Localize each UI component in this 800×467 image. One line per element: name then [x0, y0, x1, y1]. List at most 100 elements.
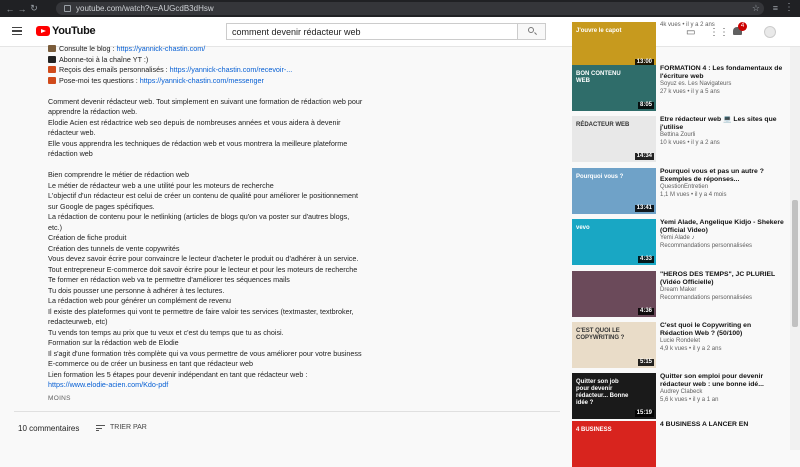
video-duration: 8:05 — [637, 102, 654, 109]
thumbnail-text: C'EST QUOI LE COPYWRITING ? — [576, 328, 625, 341]
page-scrollbar[interactable] — [790, 47, 800, 450]
video-channel: Yemi Alade ♪ — [660, 235, 695, 242]
description-link-label: Consulte le blog : — [59, 44, 117, 53]
video-channel: Dream Maker — [660, 287, 697, 294]
related-video-item[interactable]: C'EST QUOI LE COPYWRITING ? 5:15 C'est quo… — [572, 322, 784, 368]
video-meta: 4 BUSINESS A LANCER EN — [660, 421, 784, 429]
search-button[interactable] — [517, 24, 545, 39]
video-description: Consulte le blog : https://yannick-chast… — [48, 44, 368, 391]
video-thumbnail[interactable]: J'ouvre le capot 13:00 — [572, 22, 656, 68]
video-duration: 14:34 — [634, 153, 654, 160]
video-title[interactable]: 4 BUSINESS A LANCER EN — [660, 421, 784, 429]
description-link-line: Consulte le blog : https://yannick-chast… — [48, 44, 368, 55]
related-video-item[interactable]: RÉDACTEUR WEB 14:34 Etre rédacteur web 💻 L… — [572, 116, 784, 162]
emoji-icon — [48, 76, 56, 84]
lock-icon — [64, 5, 71, 12]
description-line: Bien comprendre le métier de rédaction w… — [48, 170, 190, 179]
divider — [14, 411, 560, 412]
youtube-logo[interactable]: YouTube — [36, 25, 96, 37]
youtube-play-icon — [36, 26, 50, 36]
video-channel: Bettina Zourli — [660, 132, 696, 139]
video-stats: 4k vues • il y a 2 ans — [660, 22, 715, 28]
description-line: rédaction web — [48, 149, 93, 158]
video-thumbnail[interactable]: BON CONTENU WEB 8:05 — [572, 65, 656, 111]
video-stats: 10 k vues • il y a 2 ans — [660, 139, 720, 146]
video-thumbnail[interactable]: 4:36 — [572, 271, 656, 317]
video-thumbnail[interactable]: RÉDACTEUR WEB 14:34 — [572, 116, 656, 162]
description-line: E-commerce ou de créer un business en ta… — [48, 359, 253, 368]
video-title[interactable]: Yemi Alade, Angelique Kidjo - Shekere (O… — [660, 219, 784, 235]
description-line: Vous devez savoir écrire pour convaincre… — [48, 254, 359, 263]
description-link-line: Reçois des emails personnalisés : https:… — [48, 65, 368, 76]
thumbnail-text: J'ouvre le capot — [576, 28, 622, 34]
description-line: Tu vends ton temps au prix que tu veux e… — [48, 327, 284, 337]
menu-hamburger-icon[interactable] — [12, 27, 22, 35]
video-thumbnail[interactable]: vevo 4:33 — [572, 219, 656, 265]
video-title[interactable]: Pourquoi vous et pas un autre ? Exemples… — [660, 168, 784, 184]
description-link-line: Abonne-toi à la chaîne YT :) — [48, 55, 368, 66]
address-bar[interactable]: youtube.com/watch?v=AUGcdB3dHsw — [56, 2, 764, 15]
video-stats: Recommandations personnalisées — [660, 294, 753, 301]
video-channel: Audrey Clabeck — [660, 389, 703, 396]
related-video-item[interactable]: 4 BUSINESS 4 BUSINESS A LANCER EN — [572, 421, 784, 467]
extension-icon[interactable]: ≡ — [773, 3, 778, 13]
related-video-item[interactable]: Pourquoi vous ? 13:41 Pourquoi vous et pas… — [572, 168, 784, 214]
related-video-item[interactable]: Quitter son job pour devenir rédacteur..… — [572, 373, 784, 419]
search-icon — [528, 27, 534, 33]
related-video-item[interactable]: 4:36 "HEROS DES TEMPS", JC PLURIEL (Vidéo… — [572, 271, 784, 317]
description-line: Création des tunnels de vente copywrités — [48, 243, 180, 253]
sort-button[interactable]: TRIER PAR — [96, 424, 147, 431]
video-meta: FORMATION 4 : Les fondamentaux de l'écri… — [660, 65, 784, 97]
description-link[interactable]: https://yannick-chastin.com/ — [117, 44, 206, 53]
video-duration: 5:15 — [637, 359, 654, 366]
related-video-item[interactable]: J'ouvre le capot 13:00 4k vues • il y a 2 … — [572, 22, 784, 68]
thumbnail-text: 4 BUSINESS — [576, 427, 612, 433]
description-link[interactable]: https://yannick-chastin.com/messenger — [140, 76, 264, 85]
description-line: L'objectif d'un rédacteur est celui de c… — [48, 191, 358, 200]
video-thumbnail[interactable]: C'EST QUOI LE COPYWRITING ? 5:15 — [572, 322, 656, 368]
video-title[interactable]: Quitter son emploi pour devenir rédacteu… — [660, 373, 784, 389]
emoji-icon — [48, 55, 56, 63]
description-line: La rédaction de contenu pour le netlinki… — [48, 212, 350, 221]
description-line: apprendre la rédaction web. — [48, 107, 138, 116]
formation-pdf-link[interactable]: https://www.elodie-acien.com/Kdo-pdf — [48, 380, 168, 389]
video-title[interactable]: "HEROS DES TEMPS", JC PLURIEL (Vidéo Off… — [660, 271, 784, 287]
video-thumbnail[interactable]: Quitter son job pour devenir rédacteur..… — [572, 373, 656, 419]
related-video-item[interactable]: vevo 4:33 Yemi Alade, Angelique Kidjo - Sh… — [572, 219, 784, 265]
forward-icon[interactable]: → — [16, 4, 28, 14]
description-link[interactable]: https://yannick-chastin.com/recevoir-... — [170, 65, 293, 74]
video-meta: Yemi Alade, Angelique Kidjo - Shekere (O… — [660, 219, 784, 251]
reload-icon[interactable]: ↻ — [28, 3, 40, 14]
video-stats: 27 k vues • il y a 5 ans — [660, 88, 720, 95]
video-title[interactable]: C'est quoi le Copywriting en Rédaction W… — [660, 322, 784, 338]
video-thumbnail[interactable]: Pourquoi vous ? 13:41 — [572, 168, 656, 214]
scrollbar-thumb[interactable] — [792, 200, 798, 327]
description-line: Comment devenir rédacteur web. Tout simp… — [48, 96, 363, 106]
description-line: redacteurweb, etc) — [48, 317, 108, 326]
description-line: Elle vous apprendra les techniques de ré… — [48, 138, 348, 148]
description-line: La rédaction web pour générer un complém… — [48, 296, 231, 305]
video-stats: 5,6 k vues • il y a 1 an — [660, 396, 719, 403]
video-thumbnail[interactable]: 4 BUSINESS — [572, 421, 656, 467]
description-line: Il s'agit d'une formation très complète … — [48, 348, 362, 358]
video-title[interactable]: FORMATION 4 : Les fondamentaux de l'écri… — [660, 65, 784, 81]
sort-icon — [96, 424, 105, 431]
thumbnail-text: Pourquoi vous ? — [576, 174, 624, 180]
url-text: youtube.com/watch?v=AUGcdB3dHsw — [76, 4, 214, 13]
description-line: Lien formation les 5 étapes pour devenir… — [48, 369, 308, 379]
description-link-label: Abonne-toi à la chaîne YT :) — [59, 54, 149, 64]
description-line: Il existe des plateformes qui vont te pe… — [48, 306, 354, 316]
back-icon[interactable]: ← — [4, 4, 16, 14]
video-meta: "HEROS DES TEMPS", JC PLURIEL (Vidéo Off… — [660, 271, 784, 303]
thumbnail-text: RÉDACTEUR WEB — [576, 122, 630, 128]
emoji-icon — [48, 66, 56, 73]
browser-menu-icon[interactable]: ⋮ — [784, 2, 794, 13]
search-input[interactable] — [227, 24, 517, 39]
description-line: Te former en rédaction web va te permett… — [48, 275, 290, 284]
description-line: Création de fiche produit — [48, 233, 127, 242]
bookmark-star-icon[interactable]: ☆ — [752, 3, 760, 14]
video-meta: Quitter son emploi pour devenir rédacteu… — [660, 373, 784, 405]
show-less-button[interactable]: MOINS — [48, 395, 71, 402]
related-video-item[interactable]: BON CONTENU WEB 8:05 FORMATION 4 : Les fon… — [572, 65, 784, 111]
video-title[interactable]: Etre rédacteur web 💻 Les sites que j'uti… — [660, 116, 784, 132]
